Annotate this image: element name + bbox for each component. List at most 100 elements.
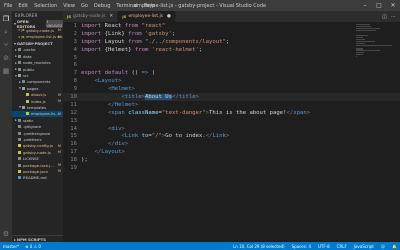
file-icon: [18, 157, 21, 161]
source-control-icon[interactable]: ⑂: [2, 41, 10, 49]
line-number: 9: [73, 86, 77, 93]
status-item[interactable]: ☺: [381, 244, 385, 249]
code-text: <Layout>: [81, 78, 121, 84]
tree-item-label: templates: [27, 104, 47, 110]
file-item[interactable]: README.md: [12, 175, 63, 181]
tree-item-label: src: [23, 73, 29, 79]
close-icon[interactable]: ✕: [18, 35, 21, 39]
status-item[interactable]: Ln 10, Col 29 (8 selected): [233, 244, 284, 249]
status-item[interactable]: CRLF: [337, 244, 347, 249]
code-line: 14 <div>: [63, 125, 400, 133]
close-icon[interactable]: ●: [167, 14, 171, 19]
menu-item-view[interactable]: View: [63, 3, 75, 9]
code-text: import Layout from "./../components/layo…: [81, 39, 229, 45]
tab-gatsby-node-js[interactable]: JS gatsby-node.js ✕: [63, 11, 119, 22]
search-icon[interactable]: ⌕: [2, 28, 10, 36]
code-token: import: [81, 46, 102, 53]
minimap[interactable]: [356, 24, 392, 78]
modified-badge: M: [57, 150, 61, 155]
more-actions-icon[interactable]: ⋯: [391, 14, 396, 20]
line-number: 15: [70, 133, 77, 140]
npm-scripts-section[interactable]: ▸ NPM SCRIPTS: [12, 235, 63, 242]
status-item[interactable]: JavaScript: [354, 244, 374, 249]
folder-icon: [18, 48, 21, 52]
code-text: <div>: [81, 126, 125, 132]
code-token: 'react-helmet': [148, 46, 199, 53]
code-token: </: [171, 93, 179, 100]
status-item[interactable]: UTF-8: [318, 244, 330, 249]
code-token: Helmet: [111, 86, 132, 93]
code-token: from: [128, 38, 142, 45]
code-token: </: [107, 101, 115, 108]
maximize-icon[interactable]: □: [372, 0, 386, 11]
tree-item-label: static: [23, 117, 34, 123]
npm-scripts-label: NPM SCRIPTS: [16, 236, 46, 242]
menu-item-terminal[interactable]: Terminal: [116, 3, 137, 9]
code-token: {Link}: [101, 30, 129, 37]
code-token: span: [293, 109, 307, 116]
code-token: "react": [138, 22, 166, 29]
code-text: <title>About Us</title>: [81, 93, 199, 100]
editor-tabs: JS gatsby-node.js ✕ JS employee-list.js ● ◫ ⋯: [63, 11, 400, 22]
selected-text: About Us: [145, 93, 172, 100]
split-editor-icon[interactable]: ◫: [382, 14, 387, 20]
modified-badge: M: [57, 28, 61, 33]
explorer-icon[interactable]: ❐: [2, 15, 10, 23]
code-line: 10 <title>About Us</title>: [63, 93, 400, 101]
menu-item-debug[interactable]: Debug: [94, 3, 110, 9]
debug-icon[interactable]: ⊘: [2, 54, 10, 62]
code-line: 13: [63, 117, 400, 125]
code-line: 5: [63, 54, 400, 62]
menu-item-selection[interactable]: Selection: [34, 3, 57, 9]
code-token: div: [114, 141, 125, 148]
open-editors-section[interactable]: ▾ OPEN EDITORS 1 UNSAVED: [12, 19, 63, 29]
code-token: Layout: [101, 38, 129, 45]
folder-icon: [18, 74, 21, 78]
tree-item-label: .gitignore: [23, 124, 42, 130]
code-token: Link: [212, 133, 226, 140]
explorer-sidebar: EXPLORER ▾ OPEN EDITORS 1 UNSAVED ✕ JS gat…: [12, 11, 63, 242]
code-line: 19: [63, 164, 400, 172]
folder-icon: [18, 67, 21, 71]
file-icon: [18, 176, 21, 180]
close-icon[interactable]: ✕: [109, 14, 113, 19]
status-item[interactable]: master*: [3, 244, 19, 249]
line-number: 12: [70, 109, 77, 116]
status-item[interactable]: ⊗ 0 ⚠ 0: [25, 244, 41, 249]
close-icon[interactable]: ✕: [18, 28, 21, 32]
status-bar: master* ⊗ 0 ⚠ 0 Ln 10, Col 29 (8 selected…: [0, 242, 400, 250]
code-token: Layout: [101, 149, 122, 156]
tree-item-label: .prettierrc: [23, 136, 42, 142]
project-section[interactable]: ▾ GATSBY-PROJECT: [12, 40, 63, 47]
file-icon: [18, 125, 21, 129]
code-token: >: [306, 109, 311, 116]
gear-icon[interactable]: ⚙: [2, 230, 10, 238]
line-number: 8: [73, 78, 77, 85]
extensions-icon[interactable]: ▦: [2, 67, 10, 75]
line-number: 16: [70, 141, 77, 148]
tree-item-label: gatsby-config.js: [23, 143, 54, 149]
minimize-icon[interactable]: –: [358, 0, 372, 11]
open-editor-item[interactable]: ✕JSemployee-list.js src/...M: [12, 33, 63, 39]
close-icon[interactable]: ✕: [386, 0, 400, 11]
code-editor[interactable]: 1 import React from "react" 2 import {Link}…: [63, 22, 400, 242]
tree-item-label: gatsby-node.js: [23, 149, 51, 155]
code-text: <Link to="/">Go to index.</Link>: [81, 133, 229, 139]
status-item[interactable]: Spaces: 4: [292, 244, 311, 249]
code-token: ;: [171, 30, 176, 37]
tab-label: employee-list.js: [128, 14, 163, 19]
menu-item-file[interactable]: File: [4, 3, 12, 9]
menu-item-edit[interactable]: Edit: [18, 3, 28, 9]
folder-icon: [18, 61, 21, 65]
code-token: default: [104, 70, 129, 77]
tree-item-label: components: [27, 79, 51, 85]
code-token: Layout: [97, 78, 119, 85]
menu-item-help[interactable]: Help: [144, 3, 155, 9]
tab-employee-list-js[interactable]: JS employee-list.js ●: [118, 11, 176, 22]
code-token: from: [134, 46, 149, 53]
menu-item-go[interactable]: Go: [81, 3, 88, 9]
code-text: <Helmet>: [81, 86, 135, 92]
code-text: import {Helmet} from 'react-helmet';: [81, 47, 202, 53]
status-item[interactable]: 🔔: [392, 244, 397, 249]
